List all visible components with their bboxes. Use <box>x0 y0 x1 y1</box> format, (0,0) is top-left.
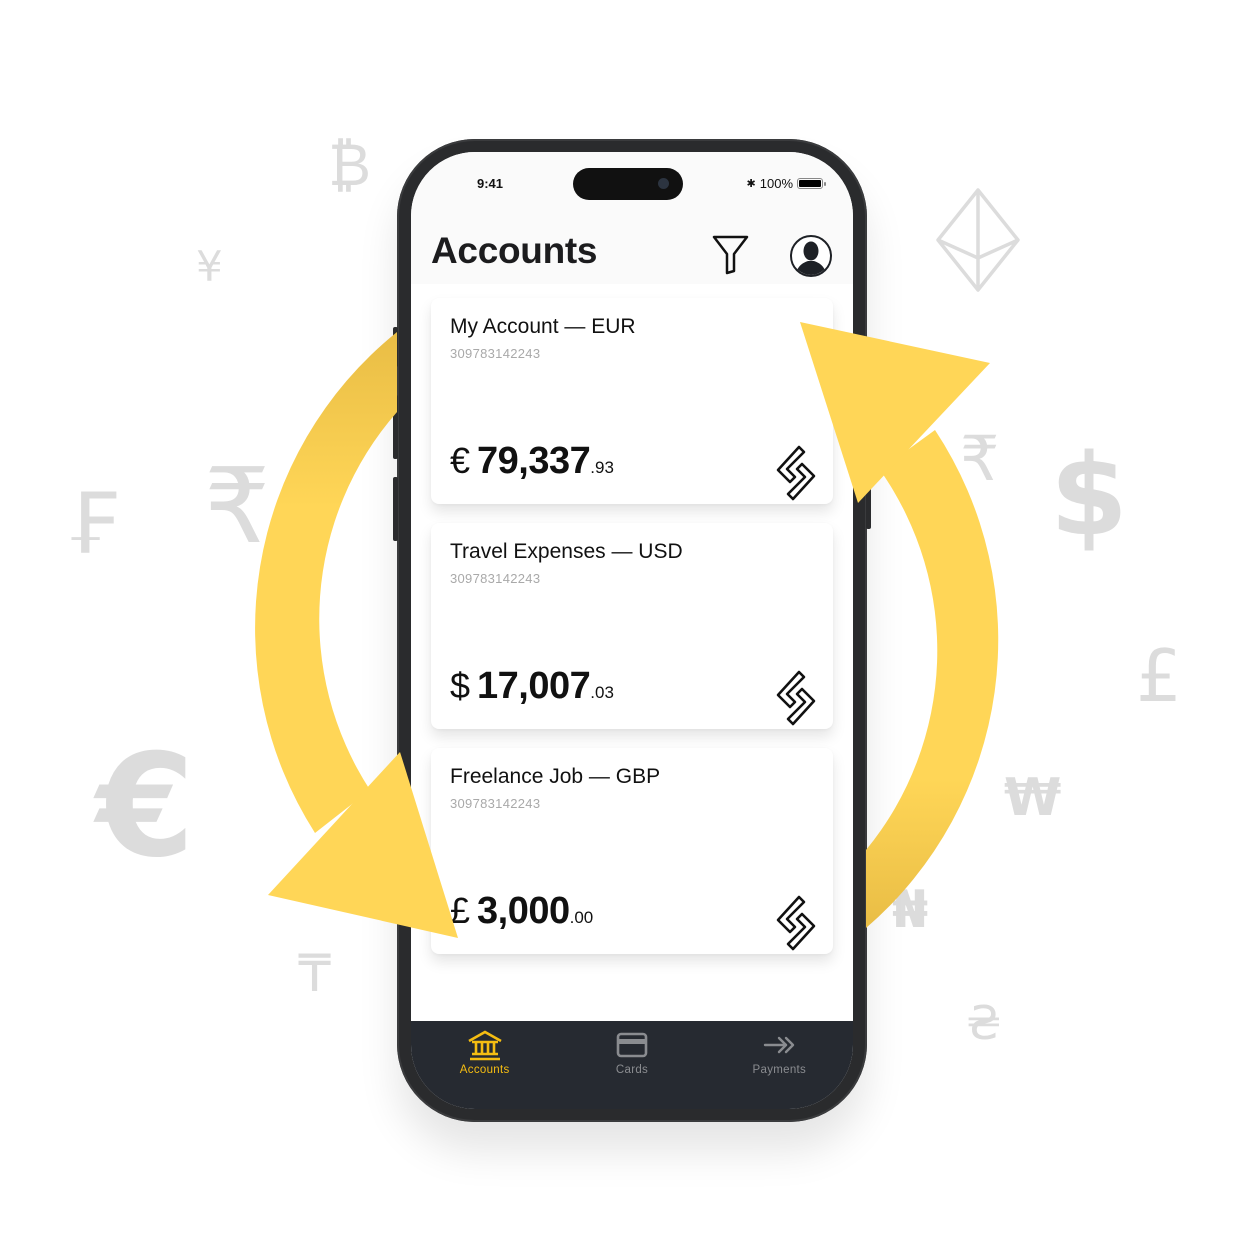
right-arc <box>866 430 999 928</box>
left-arc <box>255 332 397 833</box>
exchange-arrows <box>255 322 999 938</box>
